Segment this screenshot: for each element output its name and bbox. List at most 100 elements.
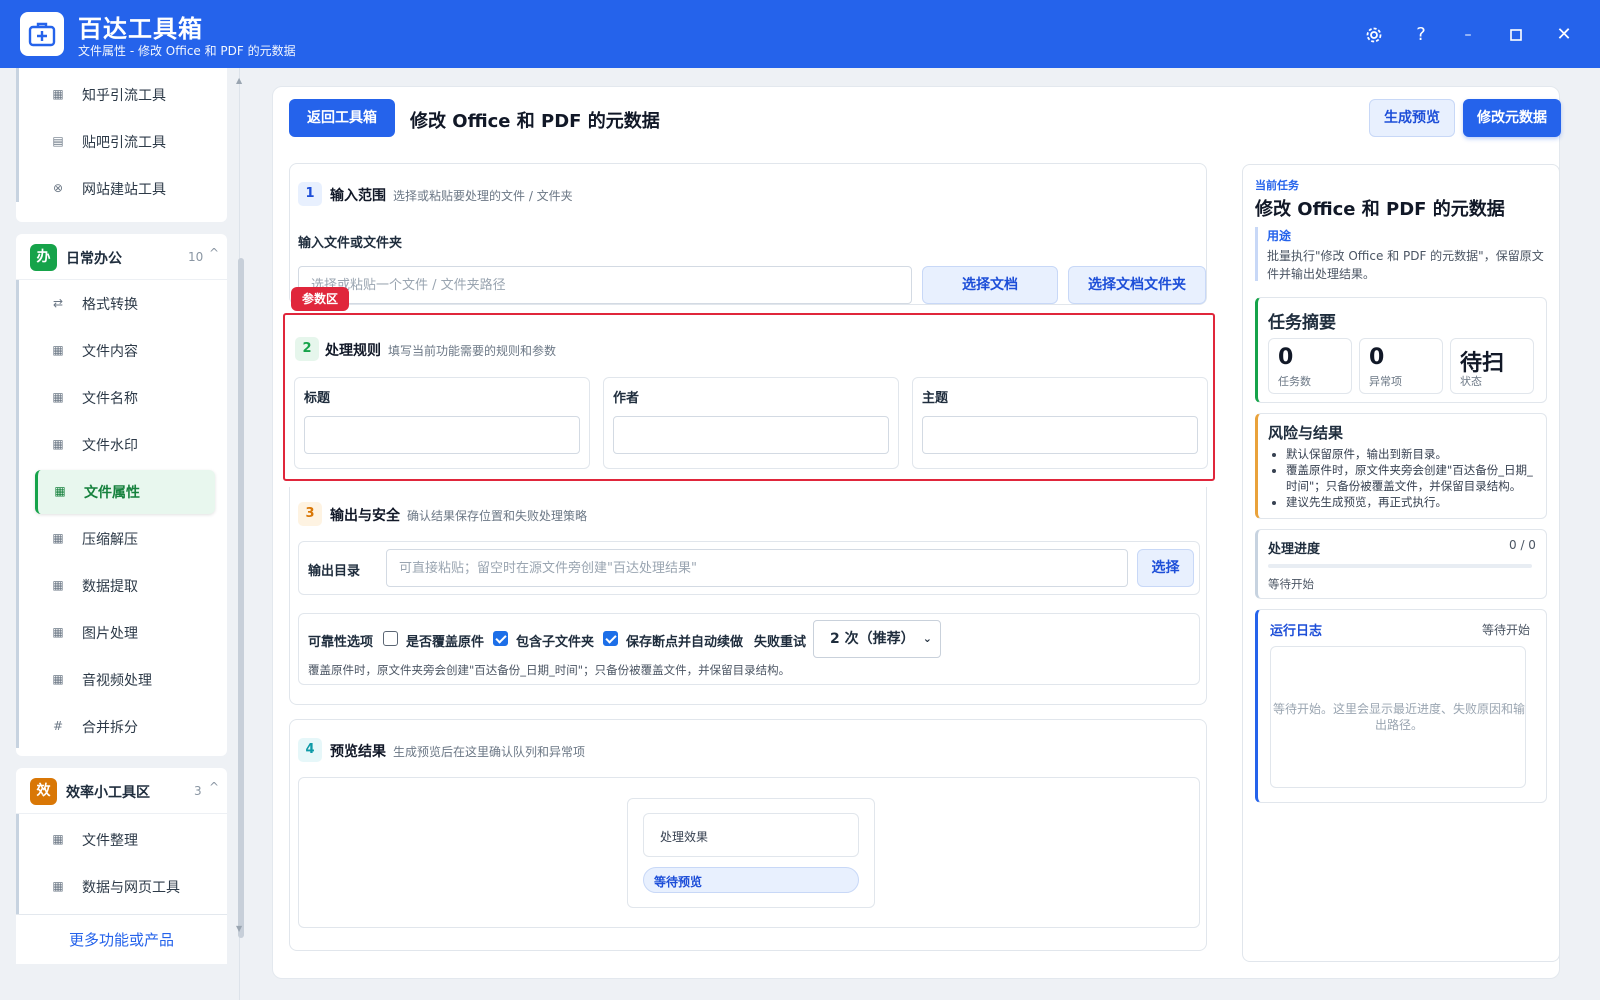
grid-icon: ▦: [52, 390, 64, 404]
globe-icon: ⊗: [52, 181, 64, 195]
include-subfolders-checkbox[interactable]: [493, 631, 508, 646]
sidebar-item-file-properties[interactable]: ▦ 文件属性: [35, 470, 215, 514]
minimize-icon[interactable]: –: [1453, 20, 1483, 50]
backup-note: 覆盖原件时，原文件夹旁会创建"百达备份_日期_时间"；只备份被覆盖文件，并保留目…: [308, 663, 791, 677]
title-bar: 百达工具箱 文件属性 - 修改 Office 和 PDF 的元数据 ? – ✕: [0, 0, 1600, 68]
group-title: 日常办公: [66, 251, 122, 267]
summary-card: 任务摘要 0 任务数 0 异常项 待扫 状态: [1255, 297, 1547, 403]
title-input[interactable]: [304, 416, 580, 454]
overwrite-original-checkbox[interactable]: [383, 631, 398, 646]
log-placeholder: 等待开始。这里会显示最近进度、失败原因和输出路径。: [1273, 702, 1526, 732]
effect-label: 处理效果: [660, 830, 709, 844]
output-dir-label: 输出目录: [308, 564, 361, 579]
usage-label: 用途: [1267, 229, 1292, 243]
section-output: 3 输出与安全 确认结果保存位置和失败处理策略 输出目录 选择 可靠性选项 是否…: [289, 487, 1207, 705]
app-subtitle: 文件属性 - 修改 Office 和 PDF 的元数据: [78, 44, 296, 58]
output-dir-input[interactable]: [386, 549, 1128, 587]
sidebar-item-merge-split[interactable]: # 合并拆分: [36, 705, 214, 749]
grid-icon: ▦: [52, 832, 64, 846]
grid-icon: ▦: [52, 343, 64, 357]
sidebar-item-audio-video[interactable]: ▦ 音视频处理: [36, 658, 214, 702]
effect-box: 处理效果: [643, 813, 859, 857]
group-count: 10: [188, 250, 204, 264]
section-input: 1 输入范围 选择或粘贴要处理的文件 / 文件夹 输入文件或文件夹 选择文档 选…: [289, 163, 1207, 305]
close-icon[interactable]: ✕: [1549, 20, 1579, 50]
section-description: 生成预览后在这里确认队列和异常项: [393, 745, 586, 759]
stat-error-count: 0 异常项: [1359, 338, 1443, 394]
progress-title: 处理进度: [1268, 542, 1321, 557]
group-title: 效率小工具区: [66, 785, 150, 801]
select-output-dir-button[interactable]: 选择: [1137, 549, 1194, 587]
sidebar-item-website[interactable]: ⊗ 网站建站工具: [36, 167, 214, 211]
swap-icon: ⇄: [52, 296, 64, 310]
hash-icon: #: [52, 719, 64, 733]
chevron-up-icon[interactable]: ^: [209, 246, 219, 260]
sidebar-item-format-convert[interactable]: ⇄ 格式转换: [36, 282, 214, 326]
app-name: 百达工具箱: [78, 15, 203, 43]
maximize-icon[interactable]: [1501, 20, 1531, 50]
risk-list: 默认保留原件，输出到新目录。 覆盖原件时，原文件夹旁会创建"百达备份_日期_时间…: [1272, 446, 1542, 510]
grid-icon: ▦: [52, 437, 64, 451]
summary-title: 任务摘要: [1268, 313, 1336, 333]
risk-item: 覆盖原件时，原文件夹旁会创建"百达备份_日期_时间"；只备份被覆盖文件，并保留目…: [1286, 462, 1542, 494]
progress-bar: [1268, 564, 1532, 568]
select-folder-button[interactable]: 选择文档文件夹: [1068, 266, 1206, 304]
section-number: 2: [295, 337, 319, 361]
sidebar-item-compress[interactable]: ▦ 压缩解压: [36, 517, 214, 561]
select-document-button[interactable]: 选择文档: [922, 266, 1058, 304]
risk-item: 默认保留原件，输出到新目录。: [1286, 446, 1542, 462]
section-number: 3: [298, 502, 322, 526]
toolbox-logo-icon: [20, 12, 64, 56]
preview-card: 处理效果 等待预览: [627, 798, 875, 908]
group-header-efficiency[interactable]: 效 效率小工具区 3 ^: [16, 768, 227, 814]
progress-count: 0 / 0: [1509, 538, 1536, 552]
sidebar-item-file-content[interactable]: ▦ 文件内容: [36, 329, 214, 373]
include-subfolders-label: 包含子文件夹: [516, 635, 595, 650]
task-panel: 当前任务 修改 Office 和 PDF 的元数据 用途 批量执行"修改 Off…: [1242, 164, 1560, 962]
preview-status-pill: 等待预览: [643, 867, 859, 893]
sidebar-scrollbar[interactable]: [238, 258, 244, 938]
author-input[interactable]: [613, 416, 889, 454]
sidebar-item-data-extract[interactable]: ▦ 数据提取: [36, 564, 214, 608]
retry-select[interactable]: 2 次（推荐） ⌄: [813, 620, 941, 658]
sidebar-item-tieba[interactable]: ▤ 贴吧引流工具: [36, 120, 214, 164]
group-badge: 办: [30, 244, 57, 271]
section-description: 确认结果保存位置和失败处理策略: [407, 509, 588, 523]
settings-icon[interactable]: [1359, 20, 1389, 50]
params-tag: 参数区: [291, 287, 349, 311]
section-preview: 4 预览结果 生成预览后在这里确认队列和异常项 处理效果 等待预览: [289, 719, 1207, 951]
scroll-up-icon[interactable]: ▲: [236, 76, 242, 85]
subject-input[interactable]: [922, 416, 1198, 454]
section-number: 1: [298, 182, 322, 206]
generate-preview-button[interactable]: 生成预览: [1369, 99, 1455, 137]
modify-metadata-button[interactable]: 修改元数据: [1463, 99, 1561, 137]
group-header-office[interactable]: 办 日常办公 10 ^: [16, 234, 227, 280]
sidebar-group-promotion: ▦ 知乎引流工具 ▤ 贴吧引流工具 ⊗ 网站建站工具: [16, 68, 227, 222]
sidebar: ▲ ▼ ▦ 知乎引流工具 ▤ 贴吧引流工具 ⊗ 网站建站工具 办 日常办公 10…: [0, 68, 244, 1000]
risk-title: 风险与结果: [1268, 424, 1344, 442]
back-to-toolbox-button[interactable]: 返回工具箱: [289, 99, 395, 137]
more-features-link[interactable]: 更多功能或产品: [16, 914, 227, 964]
sidebar-item-file-name[interactable]: ▦ 文件名称: [36, 376, 214, 420]
sidebar-group-office: 办 日常办公 10 ^ ⇄ 格式转换 ▦ 文件内容 ▦ 文件名称 ▦ 文件水印 …: [16, 234, 227, 756]
resume-checkpoint-checkbox[interactable]: [603, 631, 618, 646]
preview-area: 处理效果 等待预览: [298, 777, 1200, 928]
sidebar-item-data-web[interactable]: ▦ 数据与网页工具: [36, 865, 214, 909]
sidebar-item-zhihu[interactable]: ▦ 知乎引流工具: [36, 73, 214, 117]
sidebar-item-file-organize[interactable]: ▦ 文件整理: [36, 818, 214, 862]
log-area[interactable]: 等待开始。这里会显示最近进度、失败原因和输出路径。: [1270, 646, 1526, 788]
grid-icon: ▦: [52, 879, 64, 893]
rule-field-subject: 主题: [912, 377, 1208, 469]
sidebar-group-efficiency: 效 效率小工具区 3 ^ ▦ 文件整理 ▦ 数据与网页工具: [16, 768, 227, 928]
grid-icon: ▦: [52, 625, 64, 639]
sidebar-item-watermark[interactable]: ▦ 文件水印: [36, 423, 214, 467]
chevron-down-icon: ⌄: [922, 632, 932, 645]
help-icon[interactable]: ?: [1406, 20, 1436, 50]
chevron-up-icon[interactable]: ^: [209, 780, 219, 794]
input-path-field[interactable]: [298, 266, 912, 304]
sidebar-item-image[interactable]: ▦ 图片处理: [36, 611, 214, 655]
scroll-down-icon[interactable]: ▼: [236, 924, 242, 933]
risk-card: 风险与结果 默认保留原件，输出到新目录。 覆盖原件时，原文件夹旁会创建"百达备份…: [1255, 413, 1547, 519]
zhihu-icon: ▦: [52, 87, 64, 101]
output-dir-row: 输出目录 选择: [298, 541, 1200, 595]
